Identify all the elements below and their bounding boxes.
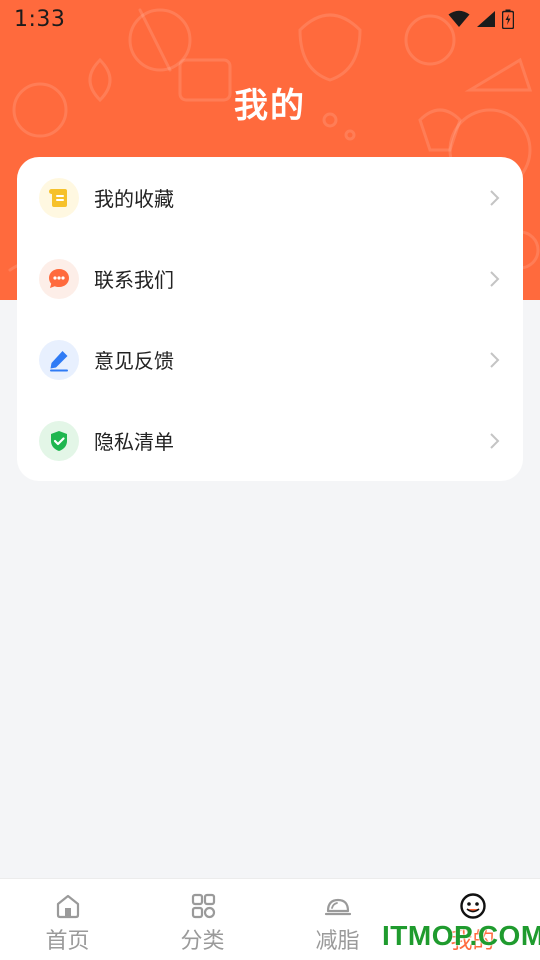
chat-bubble-icon bbox=[39, 258, 79, 299]
menu-item-label: 隐私清单 bbox=[94, 430, 174, 454]
menu-item-privacy[interactable]: 隐私清单 bbox=[17, 400, 523, 481]
shield-check-icon bbox=[39, 420, 79, 461]
grid-icon bbox=[191, 893, 215, 919]
chevron-right-icon bbox=[490, 270, 500, 287]
chevron-right-icon bbox=[490, 432, 500, 449]
battery-icon bbox=[502, 9, 514, 29]
menu-item-label: 联系我们 bbox=[94, 268, 174, 292]
menu-item-feedback[interactable]: 意见反馈 bbox=[17, 319, 523, 400]
menu-card: 我的收藏 联系我们 意见反馈 隐私清单 bbox=[17, 157, 523, 481]
pencil-icon bbox=[39, 339, 79, 380]
chevron-right-icon bbox=[490, 189, 500, 206]
status-time: 1:33 bbox=[14, 6, 66, 32]
scroll-icon bbox=[39, 177, 79, 218]
home-icon bbox=[56, 894, 79, 919]
menu-item-favorites[interactable]: 我的收藏 bbox=[17, 157, 523, 238]
menu-item-label: 意见反馈 bbox=[94, 349, 174, 373]
signal-icon bbox=[477, 11, 495, 27]
status-icons bbox=[448, 9, 514, 29]
watermark: ITMOP.COM bbox=[382, 920, 540, 951]
tab-label: 分类 bbox=[180, 929, 225, 954]
menu-item-label: 我的收藏 bbox=[94, 187, 174, 211]
profile-page: 1:33 我的 我的收藏 联系我们 意见反馈 隐私清单 首页 分类 减脂 我的 … bbox=[0, 0, 540, 960]
tab-home[interactable]: 首页 bbox=[0, 879, 135, 960]
menu-item-contact[interactable]: 联系我们 bbox=[17, 238, 523, 319]
chevron-right-icon bbox=[490, 351, 500, 368]
status-bar: 1:33 bbox=[0, 0, 540, 38]
face-icon bbox=[459, 893, 486, 919]
wifi-icon bbox=[448, 10, 470, 27]
page-title: 我的 bbox=[234, 86, 306, 126]
cloche-icon bbox=[324, 898, 351, 916]
tab-category[interactable]: 分类 bbox=[135, 879, 270, 960]
tab-label: 减脂 bbox=[315, 929, 360, 954]
tab-label: 首页 bbox=[45, 929, 90, 954]
